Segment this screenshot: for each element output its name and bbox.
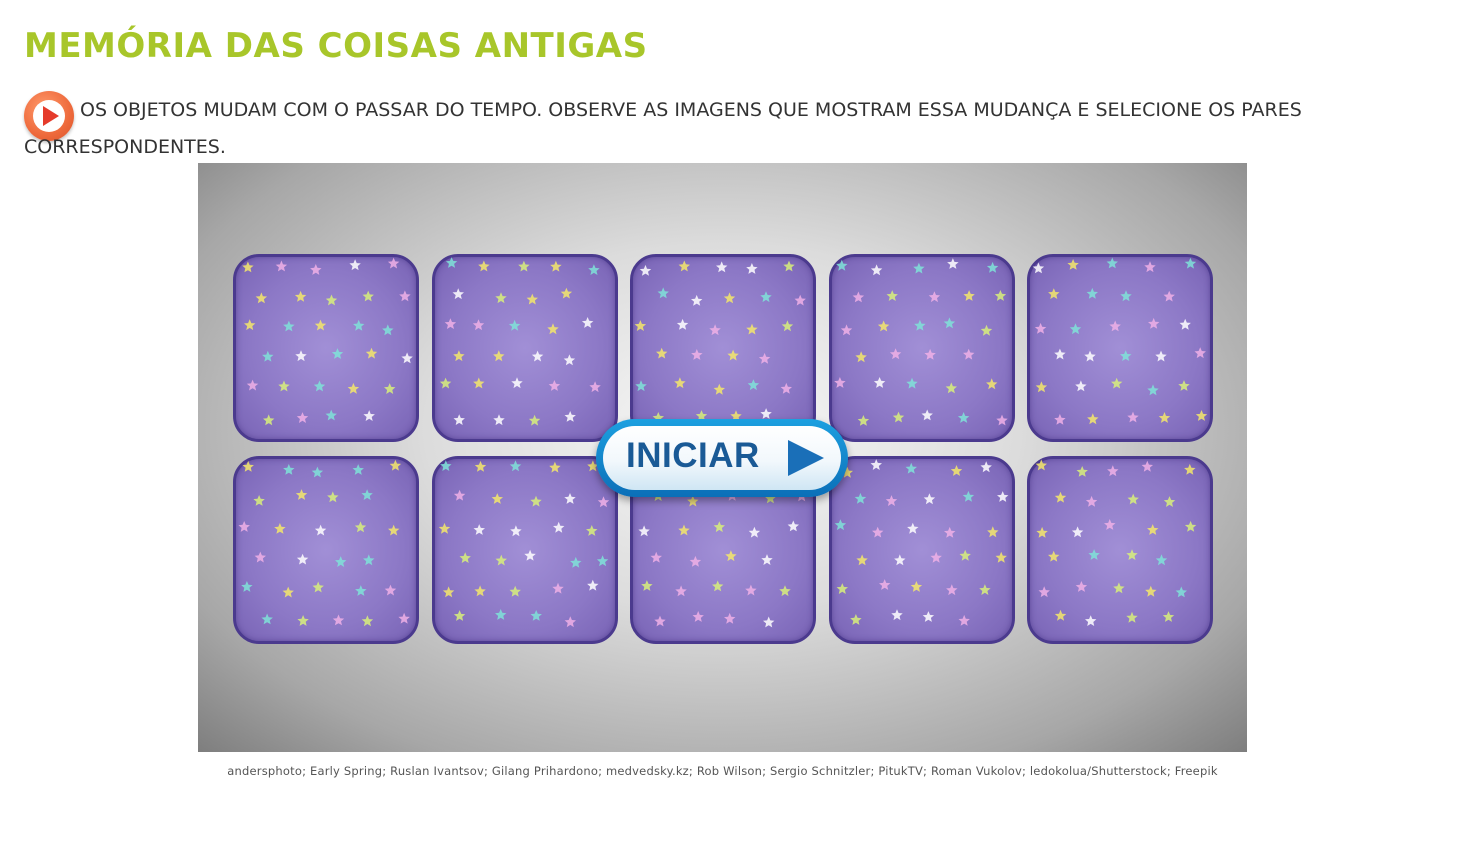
page-title: MEMÓRIA DAS COISAS ANTIGAS <box>24 26 648 66</box>
star-pattern-icon <box>833 258 1008 426</box>
memory-card[interactable] <box>233 254 419 442</box>
star-pattern-icon <box>438 460 609 628</box>
memory-card[interactable] <box>630 254 816 442</box>
star-pattern-icon <box>834 459 1008 626</box>
memory-card[interactable] <box>828 456 1015 644</box>
start-button[interactable]: INICIAR <box>596 419 848 497</box>
memory-card[interactable] <box>1027 254 1213 442</box>
instruction-label: OS OBJETOS MUDAM COM O PASSAR DO TEMPO. … <box>24 99 1302 158</box>
instruction-text: OS OBJETOS MUDAM COM O PASSAR DO TEMPO. … <box>24 92 1354 166</box>
memory-card[interactable] <box>828 254 1015 442</box>
memory-game-board: INICIAR <box>198 163 1247 752</box>
start-button-label: INICIAR <box>626 436 760 475</box>
play-triangle-icon <box>788 440 824 476</box>
memory-card[interactable] <box>233 456 419 644</box>
star-pattern-icon <box>634 260 806 423</box>
star-pattern-icon <box>439 257 601 426</box>
star-pattern-icon <box>1032 257 1208 425</box>
memory-card[interactable] <box>431 254 618 442</box>
memory-card[interactable] <box>431 456 618 644</box>
star-pattern-icon <box>1035 459 1197 626</box>
star-pattern-icon <box>242 257 413 426</box>
image-credits: andersphoto; Early Spring; Ruslan Ivants… <box>227 764 1218 778</box>
star-pattern-icon <box>238 459 410 627</box>
memory-card[interactable] <box>1027 456 1213 644</box>
